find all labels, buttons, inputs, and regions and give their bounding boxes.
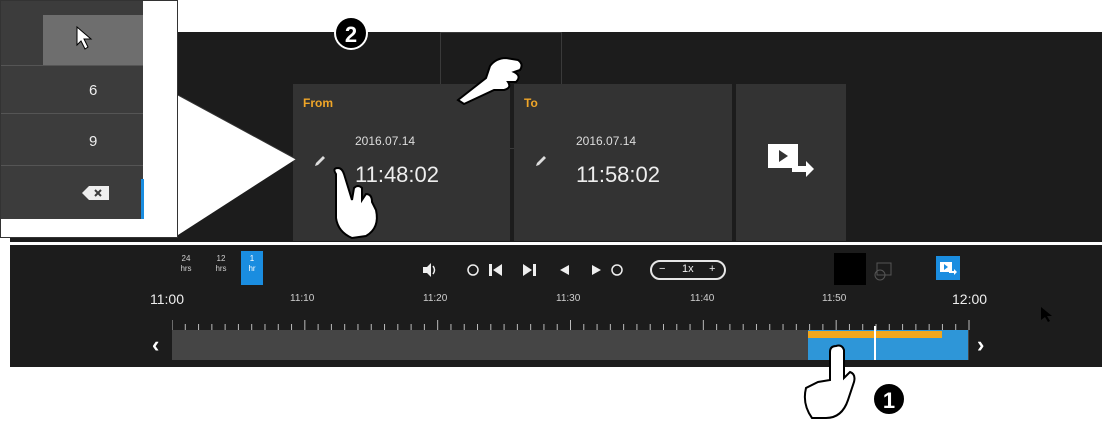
keypad-divider xyxy=(1,165,143,166)
from-date: 2016.07.14 xyxy=(355,134,416,148)
cursor-arrow-icon xyxy=(76,25,93,50)
speed-increase-button[interactable]: + xyxy=(709,263,715,275)
speed-decrease-button[interactable]: − xyxy=(659,263,665,275)
time-label: 11:50 xyxy=(822,293,847,304)
time-label: 11:00 xyxy=(150,291,184,307)
mouse-pointer-icon xyxy=(1041,307,1052,322)
time-label: 11:10 xyxy=(290,293,315,304)
keypad-key-9[interactable]: 9 xyxy=(89,133,97,150)
range-12hrs-button[interactable]: 12 hrs xyxy=(210,251,232,285)
keypad-key-6[interactable]: 6 xyxy=(89,82,97,99)
rewind-15s-icon[interactable] xyxy=(466,262,480,278)
timeline-next-button[interactable]: › xyxy=(977,332,984,358)
keypad-popup: 6 9 xyxy=(0,0,178,238)
callout-wedge xyxy=(178,95,297,235)
skip-end-icon[interactable] xyxy=(521,262,537,278)
range-24hrs-button[interactable]: 24 hrs xyxy=(175,251,197,285)
speed-value: 1x xyxy=(682,263,694,275)
keypad-divider xyxy=(1,65,143,66)
hand-pointer-icon xyxy=(803,344,856,419)
step-badge-2: 2 xyxy=(334,16,368,50)
speed-control[interactable]: − 1x + xyxy=(650,260,726,280)
export-clip-button[interactable] xyxy=(936,256,960,280)
to-date: 2016.07.14 xyxy=(576,134,637,148)
snapshot-thumbnail xyxy=(834,253,866,285)
time-label: 11:30 xyxy=(556,293,581,304)
export-video-icon xyxy=(768,144,814,177)
play-forward-icon[interactable] xyxy=(590,262,604,278)
range-1hr-button[interactable]: 1 hr xyxy=(241,251,263,285)
time-label: 12:00 xyxy=(952,291,988,307)
step-badge-1: 1 xyxy=(872,382,906,416)
to-time: 11:58:02 xyxy=(576,162,661,187)
to-card[interactable]: To 2016.07.14 11:58:02 xyxy=(514,84,732,241)
pencil-icon[interactable] xyxy=(534,154,548,168)
forward-15s-icon[interactable] xyxy=(610,262,624,278)
selection-indicator xyxy=(141,179,144,219)
timeline-prev-button[interactable]: ‹ xyxy=(152,332,159,358)
zoom-icon[interactable] xyxy=(872,262,894,282)
export-video-icon xyxy=(940,262,957,275)
skip-start-icon[interactable] xyxy=(488,262,504,278)
time-label: 11:40 xyxy=(690,293,715,304)
timeline-ticks xyxy=(172,320,970,330)
backspace-icon[interactable] xyxy=(81,185,111,201)
from-label: From xyxy=(303,96,333,110)
hand-pointer-icon xyxy=(333,166,378,240)
time-label: 11:20 xyxy=(423,293,448,304)
hand-pointer-icon xyxy=(456,56,523,106)
export-button[interactable] xyxy=(736,84,846,241)
keypad-key-selected[interactable] xyxy=(43,15,143,65)
keypad-divider xyxy=(1,113,143,114)
play-backward-icon[interactable] xyxy=(557,262,571,278)
playhead[interactable] xyxy=(874,326,876,360)
numeric-keypad: 6 9 xyxy=(1,1,144,219)
volume-icon[interactable] xyxy=(421,262,439,278)
